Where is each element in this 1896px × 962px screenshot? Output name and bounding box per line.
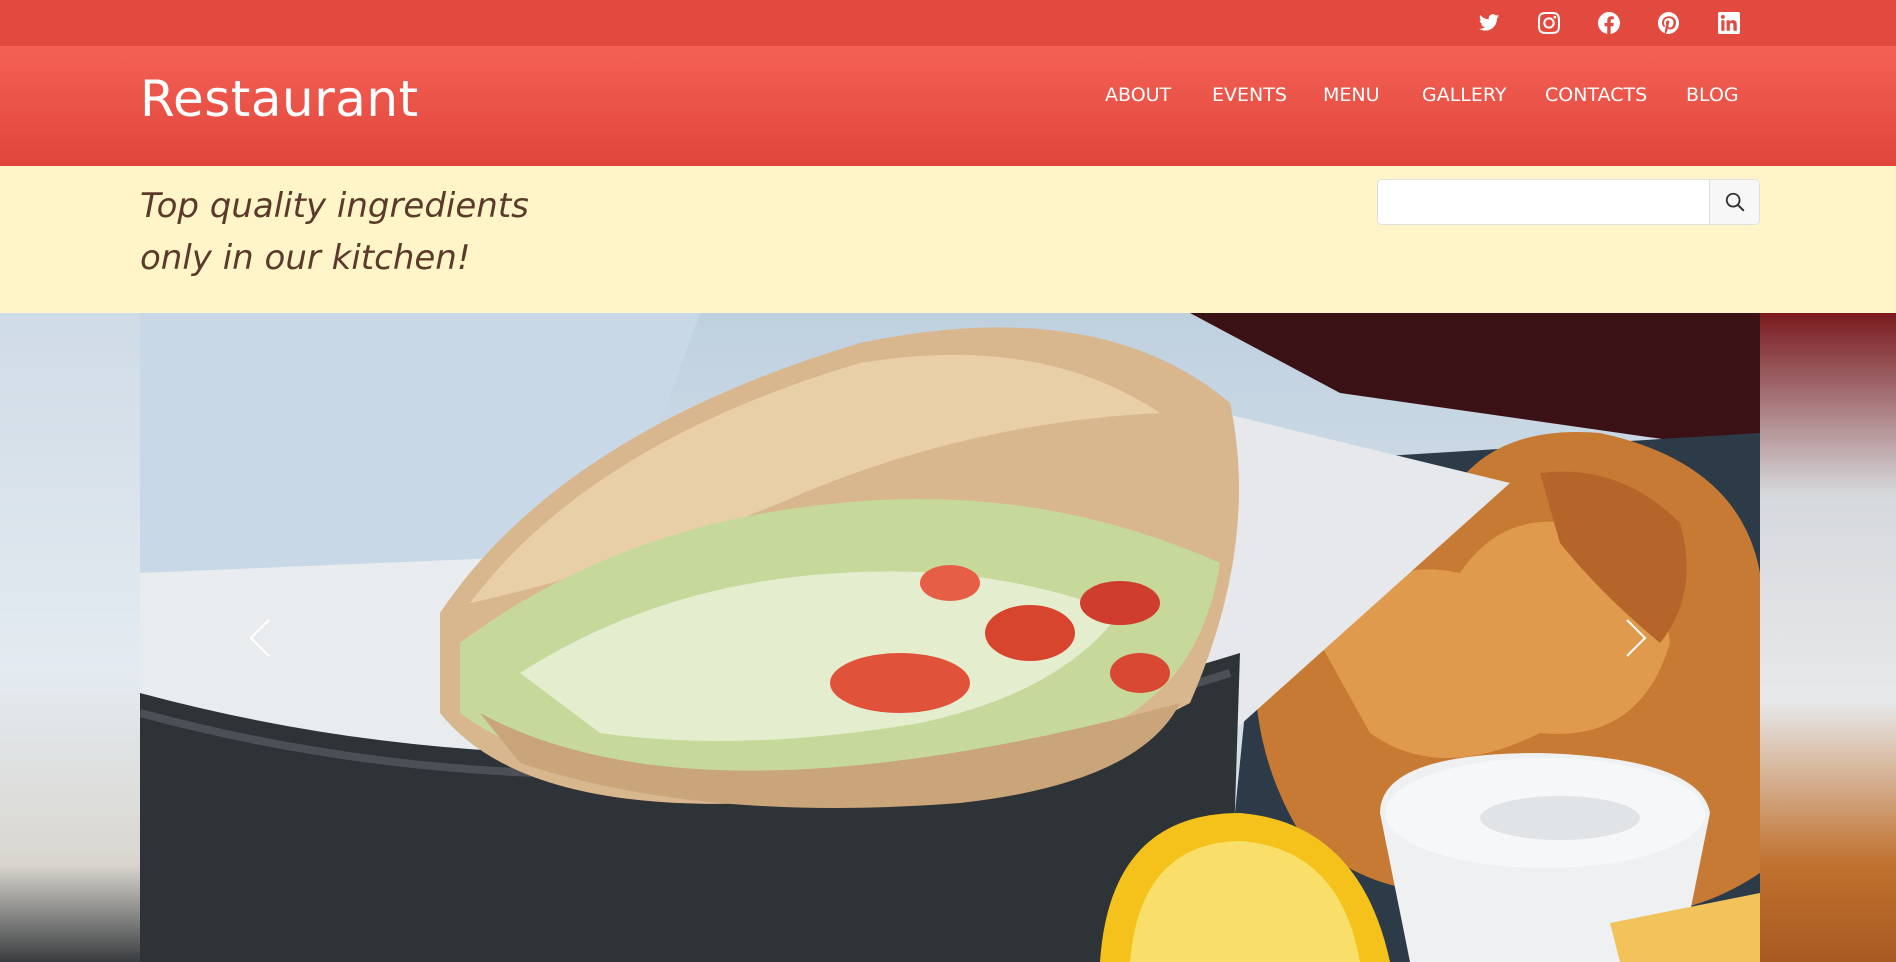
linkedin-icon[interactable] bbox=[1715, 9, 1743, 37]
facebook-icon[interactable] bbox=[1595, 9, 1623, 37]
hero-slider bbox=[0, 313, 1896, 962]
tagline-band: Top quality ingredients only in our kitc… bbox=[0, 166, 1896, 313]
search-icon bbox=[1725, 192, 1745, 212]
site-header: Restaurant ABOUT EVENTS MENU GALLERY CON… bbox=[0, 46, 1896, 166]
slider-next-button[interactable] bbox=[1606, 313, 1666, 962]
social-links bbox=[0, 9, 1896, 37]
tagline-line-2: only in our kitchen! bbox=[140, 238, 471, 278]
nav-item-about[interactable]: ABOUT bbox=[1105, 84, 1171, 106]
slider-prev-button[interactable] bbox=[230, 313, 290, 962]
slide-peek-next bbox=[1760, 313, 1896, 962]
search-button[interactable] bbox=[1709, 180, 1759, 224]
tagline: Top quality ingredients only in our kitc… bbox=[140, 180, 529, 284]
instagram-icon[interactable] bbox=[1535, 9, 1563, 37]
search-box bbox=[1377, 179, 1760, 225]
chevron-left-icon bbox=[249, 618, 270, 657]
nav-item-gallery[interactable]: GALLERY bbox=[1422, 84, 1507, 106]
chevron-right-icon bbox=[1626, 618, 1647, 657]
tagline-line-1: Top quality ingredients bbox=[140, 186, 529, 226]
slide-peek-previous bbox=[0, 313, 140, 962]
nav-item-blog[interactable]: BLOG bbox=[1686, 84, 1739, 106]
nav-item-events[interactable]: EVENTS bbox=[1212, 84, 1287, 106]
search-input[interactable] bbox=[1378, 180, 1709, 224]
nav-item-menu[interactable]: MENU bbox=[1323, 84, 1380, 106]
pinterest-icon[interactable] bbox=[1655, 9, 1683, 37]
twitter-icon[interactable] bbox=[1475, 9, 1503, 37]
main-nav: ABOUT EVENTS MENU GALLERY CONTACTS BLOG bbox=[0, 84, 1896, 114]
nav-item-contacts[interactable]: CONTACTS bbox=[1545, 84, 1647, 106]
social-bar bbox=[0, 0, 1896, 46]
slide-image-sandwich bbox=[140, 313, 1760, 962]
